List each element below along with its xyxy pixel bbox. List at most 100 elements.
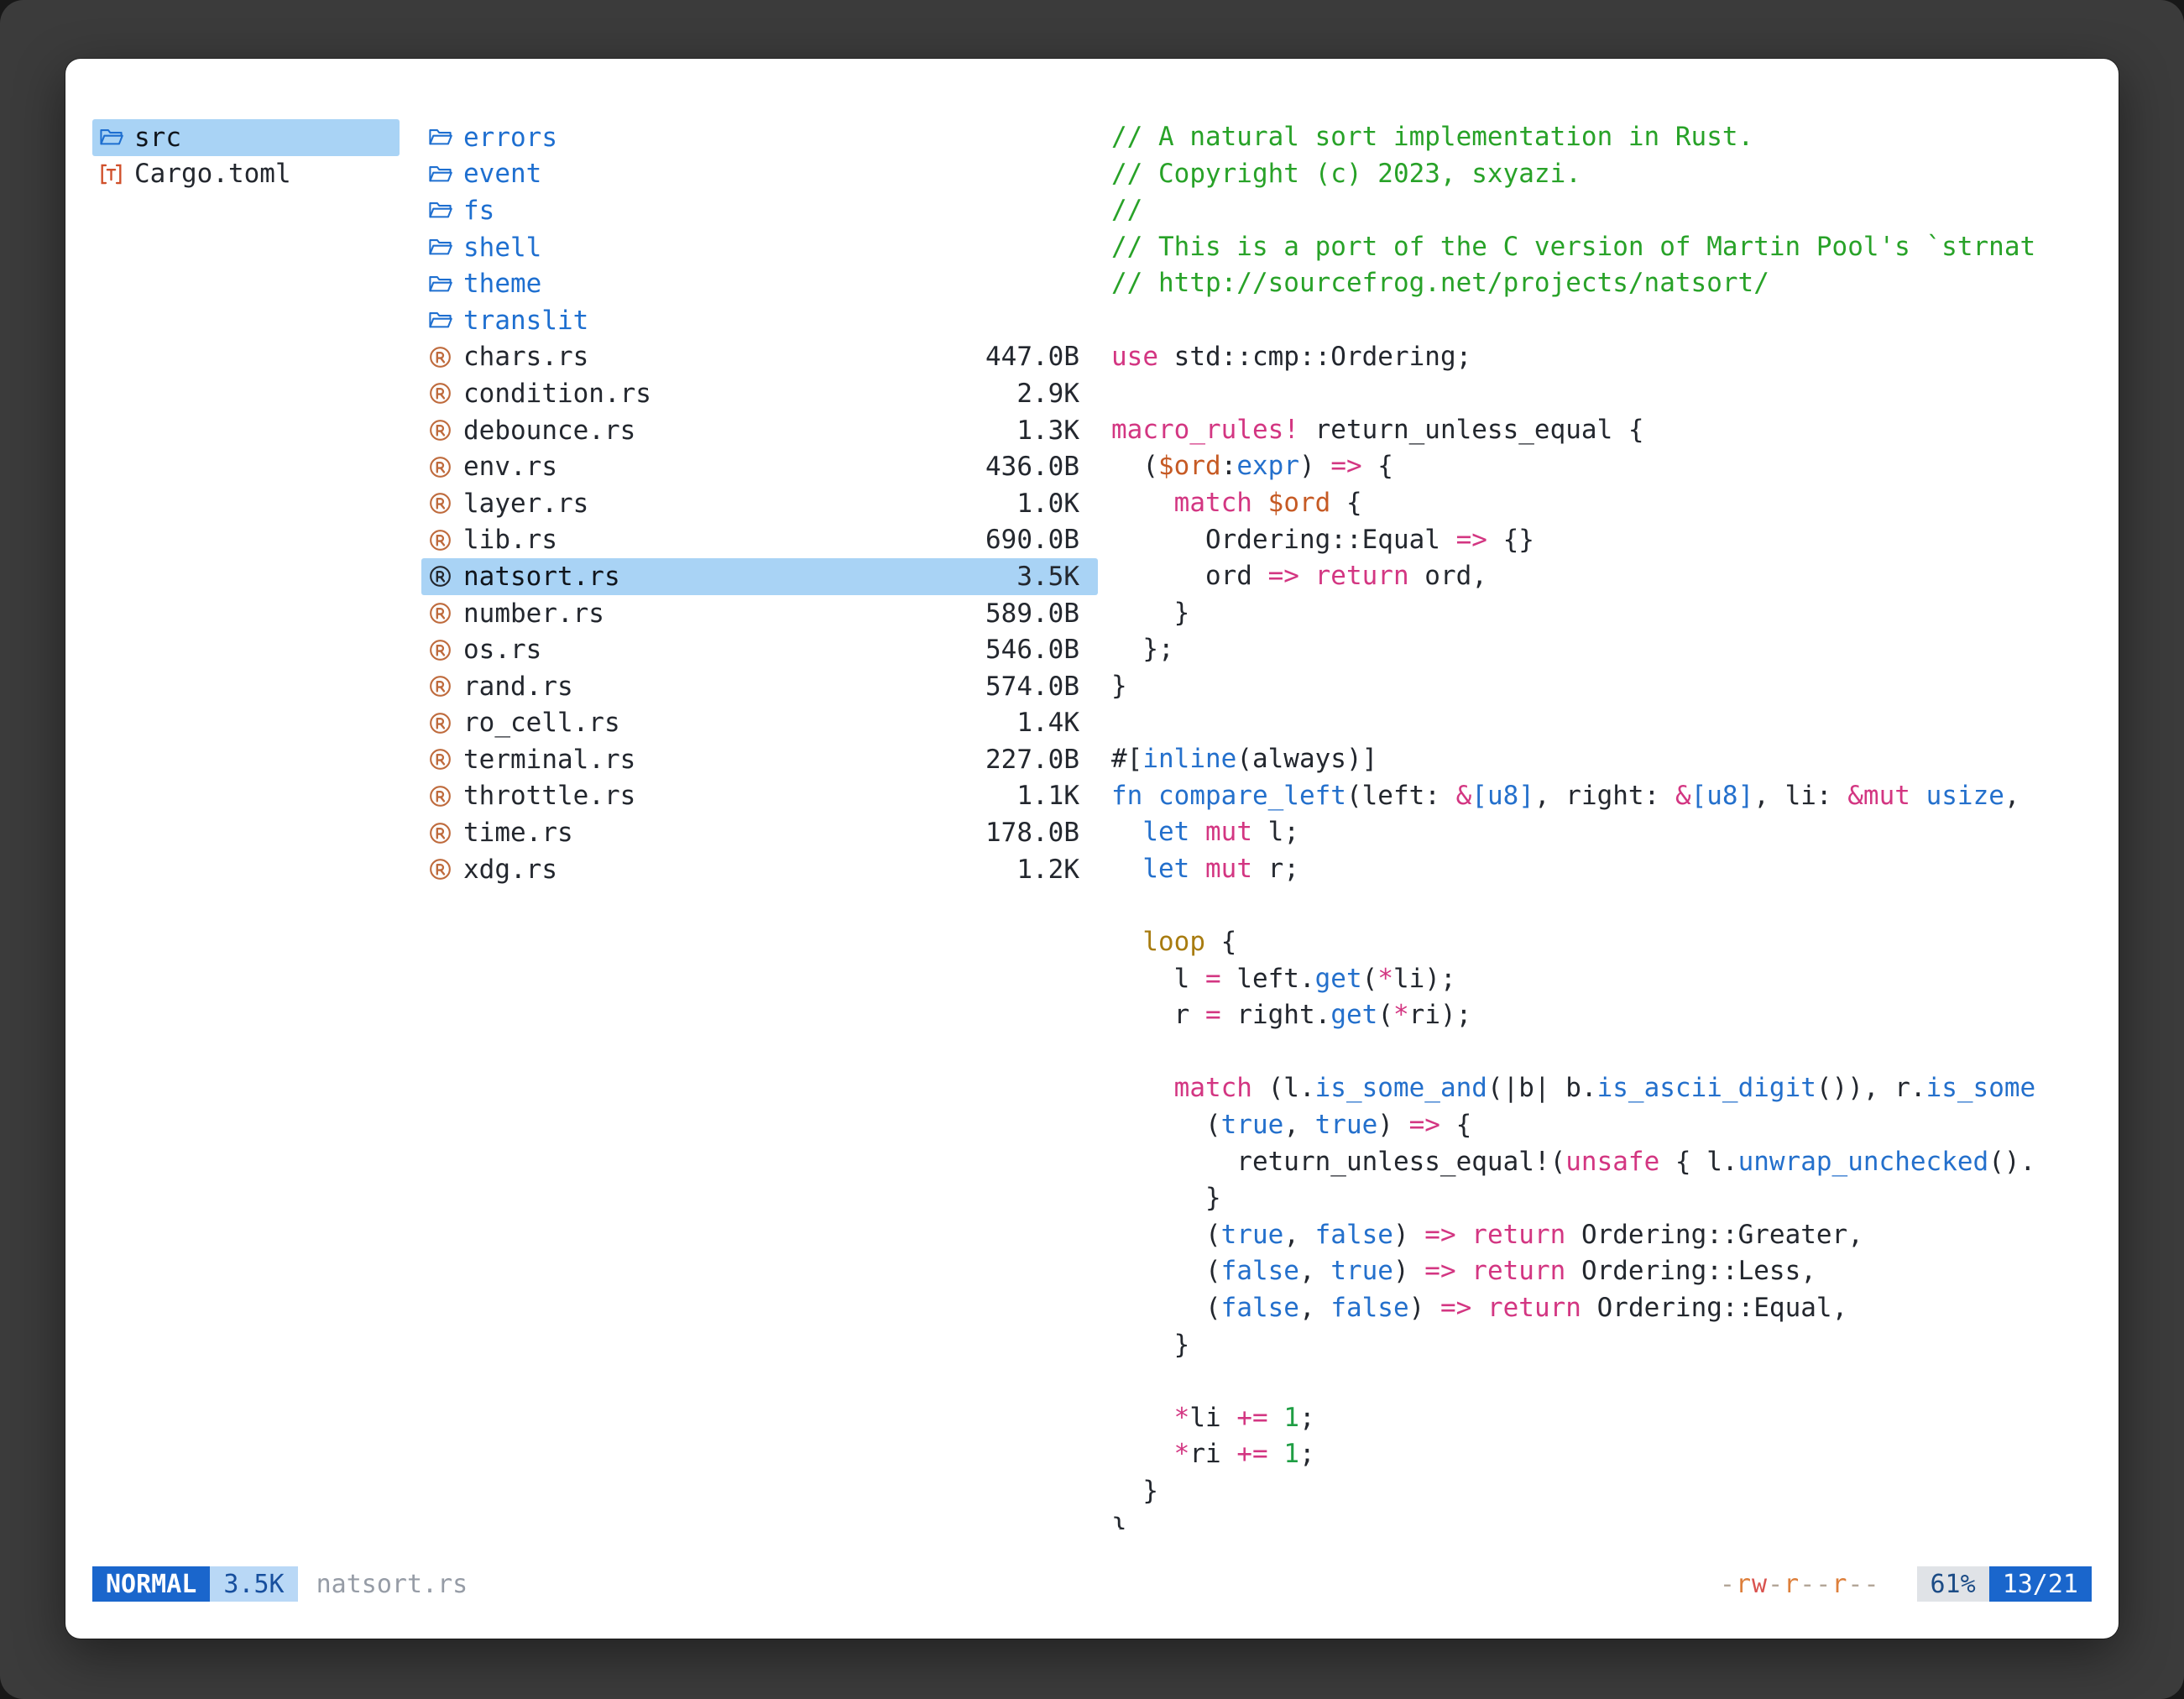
code-line: } <box>1111 1473 2100 1510</box>
entry-size: 2.9K <box>1016 379 1098 409</box>
entry-name: src <box>134 123 181 153</box>
entry-size: 1.1K <box>1016 781 1098 811</box>
code-line: macro_rules! return_unless_equal { <box>1111 412 2100 449</box>
folder-open-icon <box>99 125 134 149</box>
entry-name: os.rs <box>463 635 541 665</box>
code-line: (false, false) => return Ordering::Equal… <box>1111 1290 2100 1327</box>
rust-icon <box>428 381 463 405</box>
file-row-terminal.rs[interactable]: terminal.rs227.0B <box>421 741 1098 778</box>
entry-name: chars.rs <box>463 342 588 372</box>
file-row-env.rs[interactable]: env.rs436.0B <box>421 448 1098 485</box>
entry-name: rand.rs <box>463 672 573 702</box>
file-row-rand.rs[interactable]: rand.rs 574.0B <box>421 668 1098 705</box>
rust-icon <box>428 418 463 442</box>
folder-open-icon <box>428 198 463 222</box>
folder-open-icon <box>428 308 463 332</box>
file-row-layer.rs[interactable]: layer.rs1.0K <box>421 485 1098 522</box>
code-line: // Copyright (c) 2023, sxyazi. <box>1111 156 2100 193</box>
folder-row-theme[interactable]: theme <box>421 265 1098 302</box>
desktop-background: src Cargo.toml errorsevent fsshellthemetra… <box>0 0 2184 1699</box>
scroll-percent-badge: 61% <box>1917 1566 1989 1602</box>
file-row-condition.rs[interactable]: condition.rs2.9K <box>421 375 1098 412</box>
code-line: }; <box>1111 631 2100 668</box>
entry-name: throttle.rs <box>463 781 635 811</box>
code-line <box>1111 302 2100 339</box>
code-line <box>1111 1363 2100 1400</box>
rust-icon <box>428 857 463 881</box>
entry-name: debounce.rs <box>463 416 635 446</box>
entry-size: 690.0B <box>985 525 1098 555</box>
rust-icon <box>428 345 463 369</box>
file-list-pane: errorsevent fsshellthemetranslitchars.rs 4… <box>421 119 1098 1529</box>
entry-name: layer.rs <box>463 489 588 519</box>
toml-icon <box>99 162 134 186</box>
folder-row-shell[interactable]: shell <box>421 229 1098 266</box>
code-line: Ordering::Equal => {} <box>1111 522 2100 559</box>
code-line: match (l.is_some_and(|b| b.is_ascii_digi… <box>1111 1070 2100 1107</box>
entry-size: 3.5K <box>1016 562 1098 592</box>
rust-icon <box>428 711 463 735</box>
entry-name: event <box>463 159 541 189</box>
entry-name: lib.rs <box>463 525 557 555</box>
rust-icon <box>428 638 463 662</box>
file-row-chars.rs[interactable]: chars.rs 447.0B <box>421 339 1098 376</box>
status-filename: natsort.rs <box>316 1570 468 1599</box>
status-bar: NORMAL 3.5K natsort.rs -rw-r--r-- 61% 13… <box>92 1566 2092 1602</box>
entry-size: 1.3K <box>1016 416 1098 446</box>
code-line: *li += 1; <box>1111 1400 2100 1437</box>
entry-name: fs <box>463 196 494 226</box>
file-row-time.rs[interactable]: time.rs178.0B <box>421 814 1098 851</box>
code-line: (true, true) => { <box>1111 1107 2100 1144</box>
entry-size: 227.0B <box>985 745 1098 775</box>
entry-name: env.rs <box>463 452 557 482</box>
code-line: // This is a port of the C version of Ma… <box>1111 229 2100 266</box>
rust-icon <box>428 674 463 698</box>
folder-open-icon <box>428 125 463 149</box>
entry-size: 574.0B <box>985 672 1098 702</box>
file-row-lib.rs[interactable]: lib.rs 690.0B <box>421 522 1098 559</box>
code-line: let mut l; <box>1111 814 2100 851</box>
file-row-number.rs[interactable]: number.rs589.0B <box>421 595 1098 632</box>
code-line <box>1111 887 2100 924</box>
folder-open-icon <box>428 162 463 186</box>
code-line: // <box>1111 192 2100 229</box>
file-row-throttle.rs[interactable]: throttle.rs 1.1K <box>421 778 1098 815</box>
folder-open-icon <box>428 235 463 259</box>
code-line: *ri += 1; <box>1111 1436 2100 1473</box>
file-row-ro_cell.rs[interactable]: ro_cell.rs1.4K <box>421 705 1098 742</box>
file-row-debounce.rs[interactable]: debounce.rs 1.3K <box>421 412 1098 449</box>
folder-row-fs[interactable]: fs <box>421 192 1098 229</box>
code-line: } <box>1111 1180 2100 1217</box>
entry-size: 178.0B <box>985 818 1098 848</box>
rust-icon <box>428 491 463 515</box>
entry-name: xdg.rs <box>463 855 557 885</box>
file-row-natsort.rs[interactable]: natsort.rs3.5K <box>421 558 1098 595</box>
code-line: ord => return ord, <box>1111 558 2100 595</box>
code-line <box>1111 705 2100 742</box>
code-line <box>1111 1034 2100 1071</box>
permissions-text: -rw-r--r-- <box>1720 1570 1880 1599</box>
file-row-xdg.rs[interactable]: xdg.rs1.2K <box>421 851 1098 888</box>
file-row-os.rs[interactable]: os.rs546.0B <box>421 631 1098 668</box>
folder-row-src[interactable]: src <box>92 119 400 156</box>
folder-row-translit[interactable]: translit <box>421 302 1098 339</box>
code-line <box>1111 375 2100 412</box>
code-line: ($ord:expr) => { <box>1111 448 2100 485</box>
folder-row-errors[interactable]: errors <box>421 119 1098 156</box>
code-line: loop { <box>1111 924 2100 961</box>
entry-name: ro_cell.rs <box>463 708 620 738</box>
code-line: } <box>1111 595 2100 632</box>
code-line: #[inline(always)] <box>1111 741 2100 778</box>
code-line: use std::cmp::Ordering; <box>1111 339 2100 376</box>
code-line: // http://sourcefrog.net/projects/natsor… <box>1111 265 2100 302</box>
parent-pane: src Cargo.toml <box>92 119 400 1529</box>
code-line: return_unless_equal!(unsafe { l.unwrap_u… <box>1111 1144 2100 1181</box>
code-line: } <box>1111 1510 2100 1529</box>
entry-name: Cargo.toml <box>134 159 291 189</box>
entry-size: 589.0B <box>985 599 1098 629</box>
code-line: fn compare_left(left: &[u8], right: &[u8… <box>1111 778 2100 815</box>
rust-icon <box>428 455 463 479</box>
folder-row-event[interactable]: event <box>421 156 1098 193</box>
entry-size: 447.0B <box>985 342 1098 372</box>
file-row-Cargo.toml[interactable]: Cargo.toml <box>92 156 400 193</box>
